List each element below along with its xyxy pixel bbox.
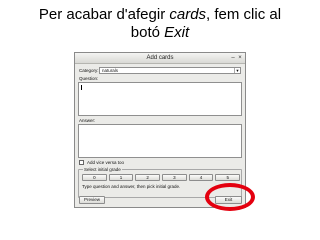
text-caret	[81, 85, 82, 90]
question-input[interactable]	[78, 82, 242, 116]
answer-input[interactable]	[78, 124, 242, 158]
caption-line-2: botó Exit	[0, 24, 320, 42]
answer-label: Answer:	[79, 118, 96, 123]
minimize-button[interactable]: –	[230, 55, 236, 61]
window-title: Add cards	[146, 55, 174, 61]
question-label: Question:	[79, 76, 99, 81]
caption-text: Per acabar d'afegir	[38, 6, 170, 23]
vice-versa-checkbox[interactable]	[79, 160, 84, 165]
category-value: naturals	[102, 68, 119, 73]
grade-5-button[interactable]: 5	[215, 174, 241, 181]
grade-buttons: 0 1 2 3 4 5	[82, 174, 241, 181]
grade-hint: Type question and answer, then pick init…	[82, 184, 181, 189]
grade-4-button[interactable]: 4	[188, 174, 214, 181]
category-select[interactable]: naturals ▼	[99, 67, 241, 74]
preview-button[interactable]: Preview	[79, 196, 105, 204]
grade-3-button[interactable]: 3	[162, 174, 187, 181]
initial-grade-title: Select initial grade	[83, 167, 122, 172]
caption-emphasis: Exit	[164, 24, 190, 41]
slide-caption: Per acabar d'afegir cards, fem clic al b…	[0, 6, 320, 42]
caption-text: , fem clic al	[206, 6, 282, 23]
vice-versa-label: Add vice versa too	[87, 160, 125, 165]
grade-1-button[interactable]: 1	[108, 174, 134, 181]
highlight-ring	[205, 183, 255, 211]
window-titlebar[interactable]: Add cards – ×	[75, 53, 245, 64]
grade-2-button[interactable]: 2	[135, 174, 161, 181]
caption-text: botó	[130, 24, 165, 41]
caption-line-1: Per acabar d'afegir cards, fem clic al	[0, 6, 320, 24]
category-label: Category:	[79, 68, 99, 73]
caption-emphasis: cards	[169, 6, 207, 23]
chevron-down-icon: ▼	[234, 68, 240, 73]
close-button[interactable]: ×	[237, 55, 243, 61]
grade-0-button[interactable]: 0	[82, 174, 107, 181]
